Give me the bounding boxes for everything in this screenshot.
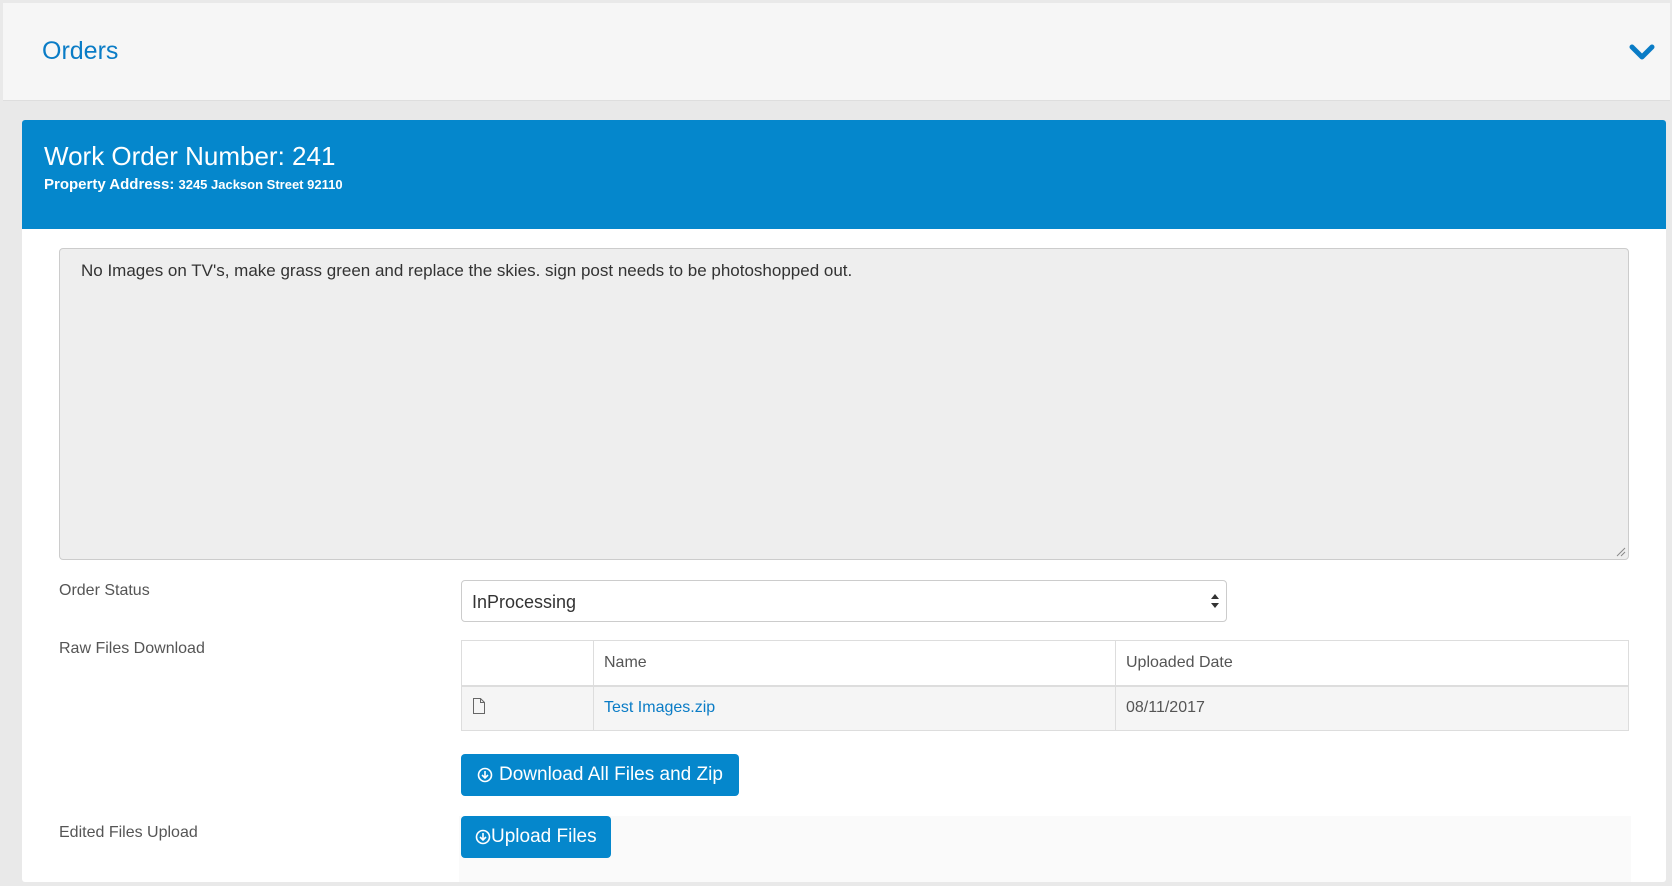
file-uploaded-date: 08/11/2017 (1115, 685, 1629, 731)
file-name-cell: Test Images.zip (593, 685, 1116, 731)
column-header-name: Name (593, 640, 1116, 687)
file-icon-cell (461, 685, 594, 731)
column-header-uploaded-date: Uploaded Date (1115, 640, 1629, 687)
order-status-value: InProcessing (472, 592, 577, 612)
select-arrows-icon (1211, 594, 1219, 608)
raw-files-table: Name Uploaded Date Test Images.zip 08/11… (461, 640, 1629, 731)
raw-files-label: Raw Files Download (59, 640, 205, 657)
work-order-title: Work Order Number: 241 (44, 140, 1666, 172)
orders-panel-header[interactable]: Orders (3, 3, 1670, 101)
edited-files-label: Edited Files Upload (59, 824, 198, 841)
chevron-down-icon[interactable] (1628, 41, 1656, 63)
download-all-label: Download All Files and Zip (499, 764, 723, 785)
upload-files-label: Upload Files (491, 826, 597, 847)
work-order-header: Work Order Number: 241 Property Address:… (22, 120, 1666, 229)
work-order-card: Work Order Number: 241 Property Address:… (22, 120, 1666, 882)
work-order-number: 241 (292, 141, 336, 171)
order-notes-text: No Images on TV's, make grass green and … (81, 261, 853, 280)
upload-files-button[interactable]: Upload Files (461, 816, 611, 858)
table-row: Test Images.zip 08/11/2017 (461, 685, 1629, 731)
work-order-label: Work Order Number: (44, 141, 285, 171)
property-address-label: Property Address: (44, 176, 175, 193)
property-address: Property Address: 3245 Jackson Street 92… (44, 176, 1666, 193)
table-header-row: Name Uploaded Date (461, 640, 1629, 687)
panel-title: Orders (42, 37, 119, 65)
download-circle-icon (477, 767, 493, 783)
file-icon (473, 697, 485, 714)
column-header-icon (461, 640, 594, 687)
download-all-button[interactable]: Download All Files and Zip (461, 754, 739, 796)
download-circle-icon (475, 829, 491, 845)
order-status-select[interactable]: InProcessing (461, 580, 1227, 622)
resize-handle-icon[interactable] (1616, 547, 1626, 557)
file-download-link[interactable]: Test Images.zip (604, 699, 715, 716)
order-notes-textarea[interactable]: No Images on TV's, make grass green and … (59, 248, 1629, 560)
property-address-value: 3245 Jackson Street 92110 (178, 177, 343, 192)
upload-area (459, 816, 1631, 882)
order-status-label: Order Status (59, 582, 150, 599)
